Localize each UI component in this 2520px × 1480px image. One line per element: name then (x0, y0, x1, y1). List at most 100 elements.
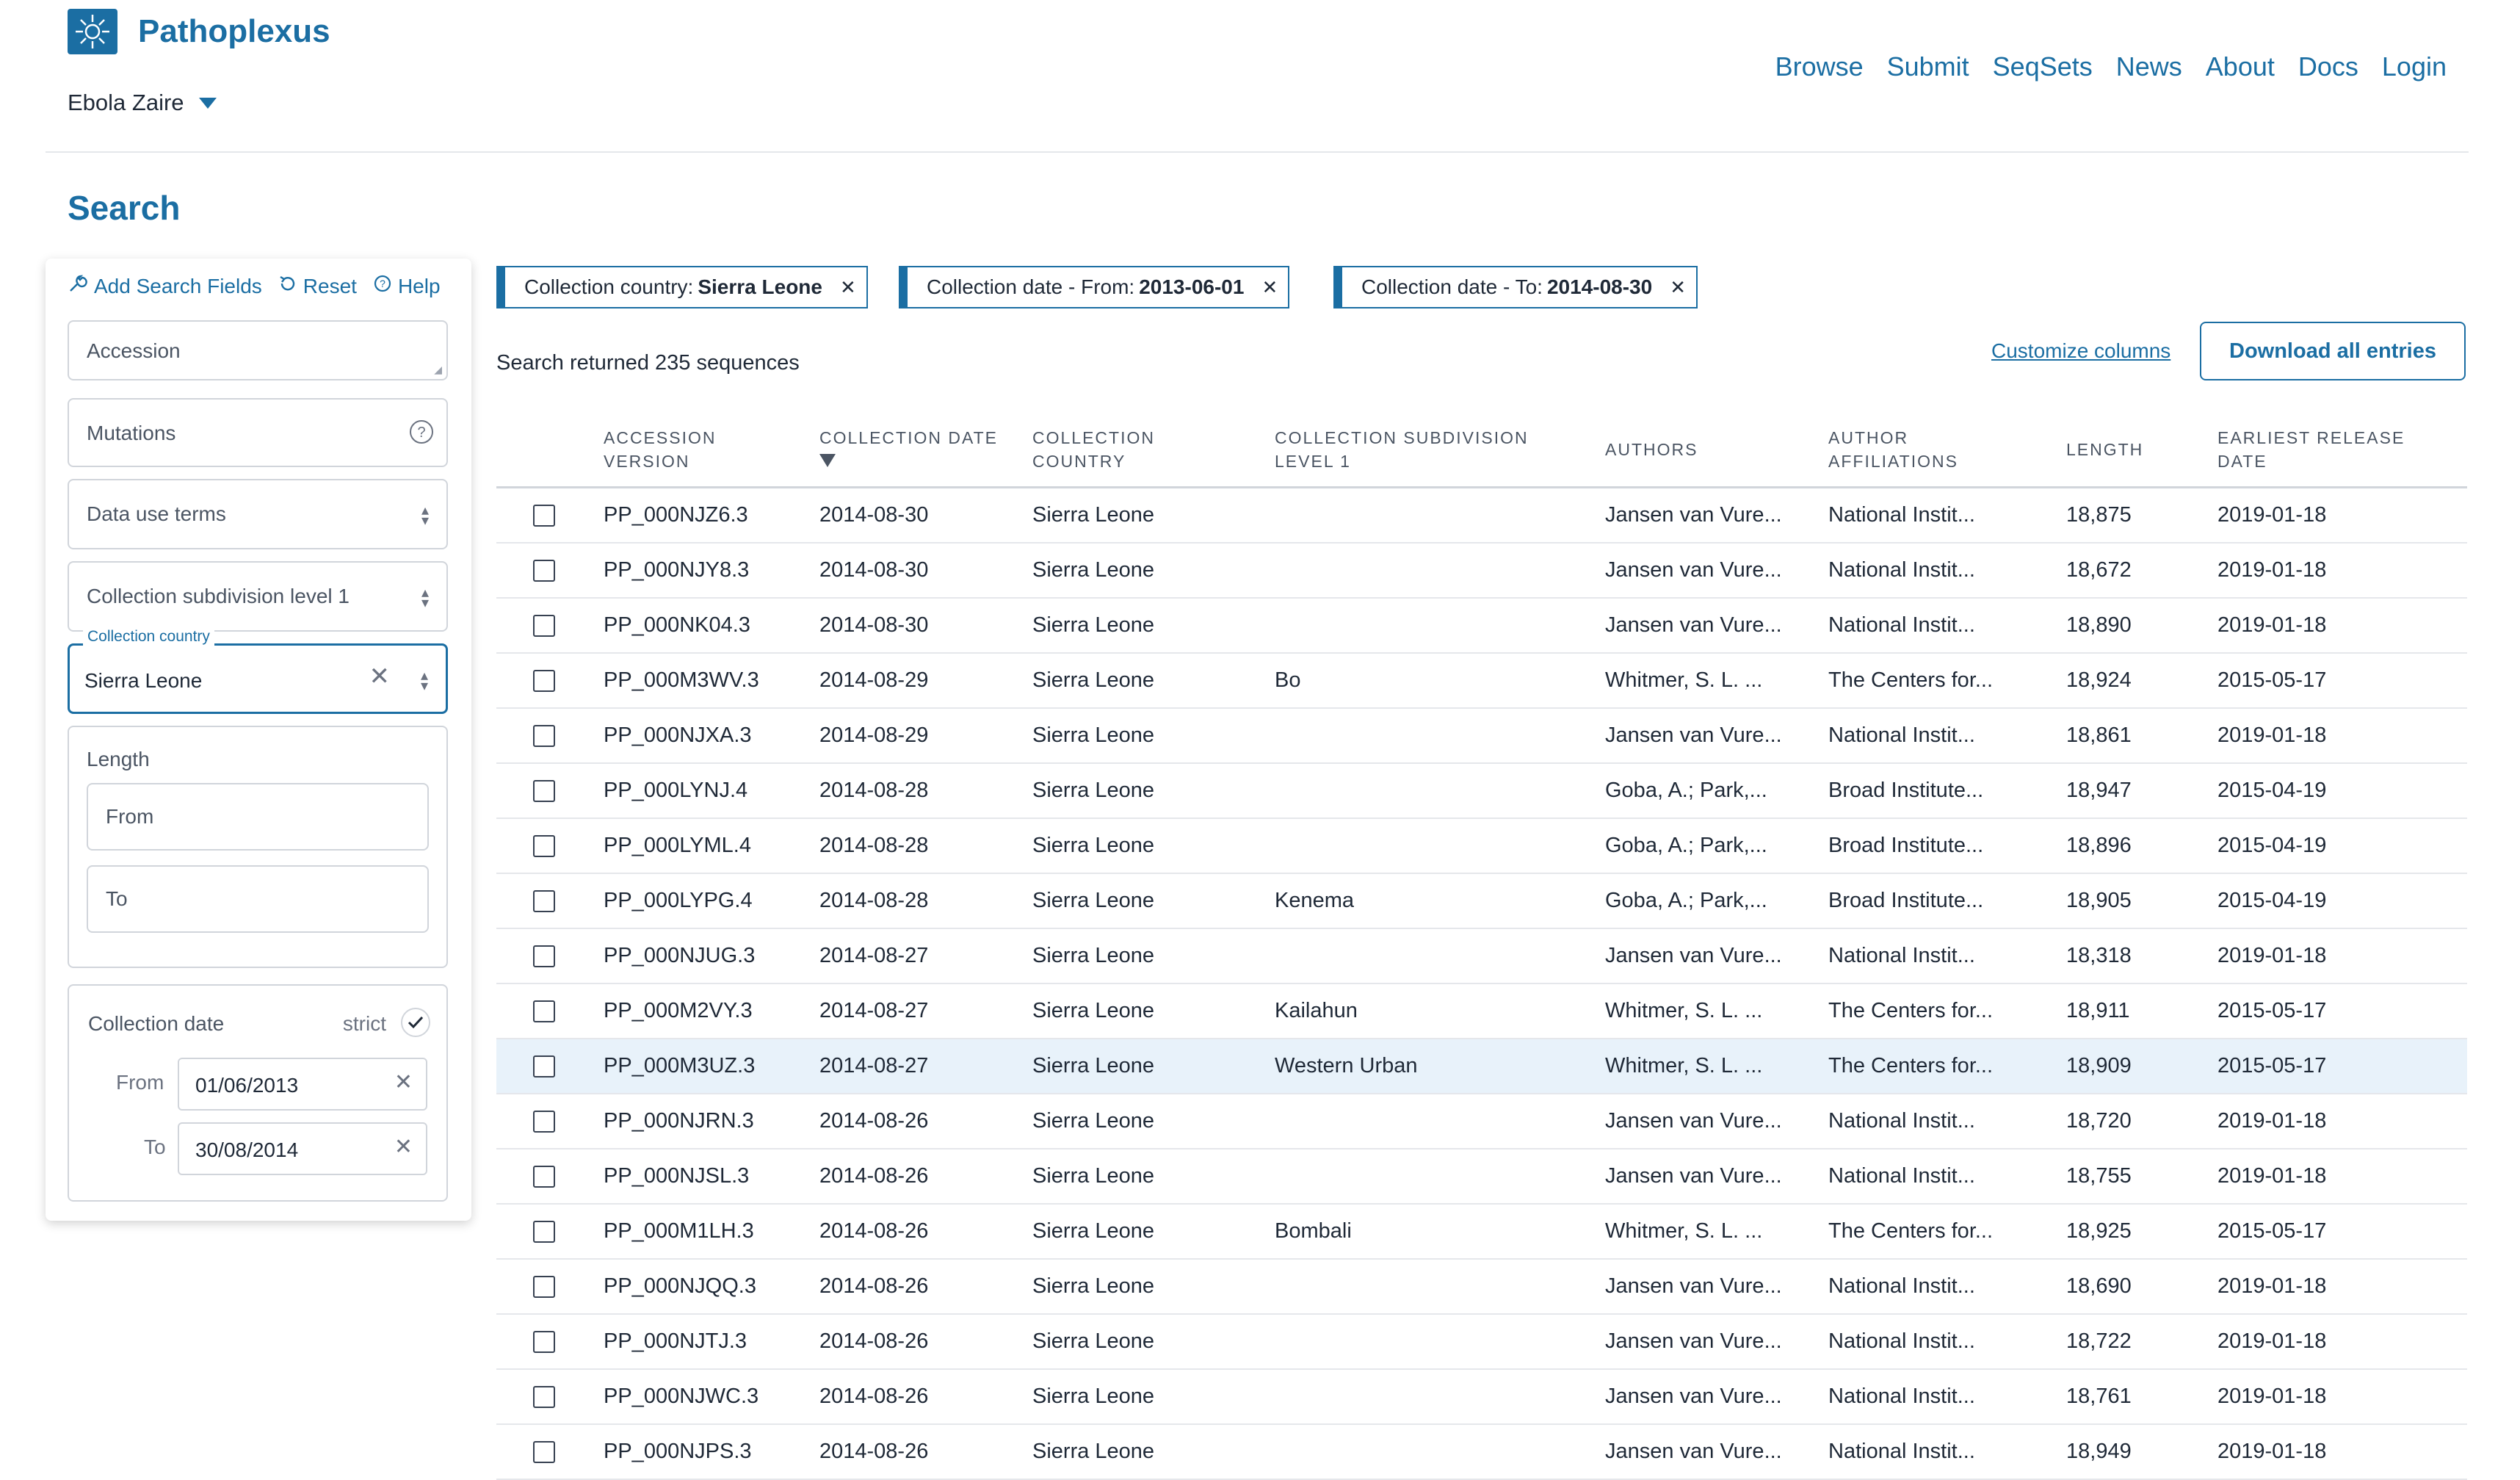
cell-affiliations: National Instit... (1828, 1109, 1975, 1133)
row-checkbox[interactable] (533, 835, 555, 857)
close-icon[interactable]: ✕ (1670, 276, 1686, 299)
column-header-accession[interactable]: ACCESSION VERSION (604, 426, 716, 473)
table-row[interactable]: PP_000NJSL.3 2014-08-26 Sierra Leone Jansen… (496, 1149, 2467, 1205)
table-row[interactable]: PP_000LYNJ.4 2014-08-28 Sierra Leone Goba, … (496, 764, 2467, 819)
row-checkbox[interactable] (533, 890, 555, 912)
date-from-input[interactable]: 01/06/2013 ✕ (178, 1058, 427, 1111)
length-to-input[interactable]: To (87, 865, 429, 933)
brand-name[interactable]: Pathoplexus (138, 13, 330, 50)
column-header-subdivision[interactable]: COLLECTION SUBDIVISION LEVEL 1 (1275, 426, 1529, 473)
cell-accession[interactable]: PP_000NJWC.3 (604, 1385, 758, 1409)
cell-accession[interactable]: PP_000NJQQ.3 (604, 1274, 756, 1299)
cell-accession[interactable]: PP_000M2VY.3 (604, 999, 753, 1023)
nav-seqsets[interactable]: SeqSets (1993, 51, 2093, 82)
organism-selector[interactable]: Ebola Zaire (68, 90, 217, 116)
download-all-button[interactable]: Download all entries (2200, 322, 2466, 380)
table-row[interactable]: PP_000NJPS.3 2014-08-26 Sierra Leone Jansen… (496, 1425, 2467, 1480)
table-row[interactable]: PP_000NJRN.3 2014-08-26 Sierra Leone Jansen… (496, 1094, 2467, 1149)
row-checkbox[interactable] (533, 1441, 555, 1463)
close-icon[interactable]: ✕ (840, 276, 856, 299)
cell-accession[interactable]: PP_000LYML.4 (604, 834, 751, 858)
row-checkbox[interactable] (533, 780, 555, 802)
cell-accession[interactable]: PP_000M3UZ.3 (604, 1054, 755, 1078)
nav-news[interactable]: News (2116, 51, 2182, 82)
row-checkbox[interactable] (533, 505, 555, 527)
table-row[interactable]: PP_000NJQQ.3 2014-08-26 Sierra Leone Jansen… (496, 1260, 2467, 1315)
mutations-field[interactable]: Mutations ? (68, 398, 448, 467)
row-checkbox[interactable] (533, 560, 555, 582)
table-row[interactable]: PP_000NJTJ.3 2014-08-26 Sierra Leone Jansen… (496, 1315, 2467, 1370)
row-checkbox[interactable] (533, 1166, 555, 1188)
cell-accession[interactable]: PP_000NJUG.3 (604, 944, 755, 968)
cell-accession[interactable]: PP_000NJPS.3 (604, 1440, 752, 1464)
date-to-input[interactable]: 30/08/2014 ✕ (178, 1122, 427, 1175)
cell-accession[interactable]: PP_000NJXA.3 (604, 723, 752, 748)
row-checkbox[interactable] (533, 670, 555, 692)
resize-handle-icon[interactable]: ◢ (434, 364, 442, 376)
clear-icon[interactable]: ✕ (394, 1134, 413, 1160)
question-icon[interactable]: ? (408, 419, 435, 450)
reset-button[interactable]: Reset (278, 274, 357, 298)
cell-accession[interactable]: PP_000NJTJ.3 (604, 1329, 747, 1354)
cell-accession[interactable]: PP_000LYPG.4 (604, 889, 753, 913)
nav-login[interactable]: Login (2382, 51, 2447, 82)
accession-field[interactable]: Accession ◢ (68, 320, 448, 380)
row-checkbox[interactable] (533, 945, 555, 967)
column-header-author-affiliations[interactable]: AUTHOR AFFILIATIONS (1828, 426, 1958, 473)
table-row[interactable]: PP_000NJXA.3 2014-08-29 Sierra Leone Jansen… (496, 709, 2467, 764)
row-checkbox[interactable] (533, 1221, 555, 1243)
column-header-authors[interactable]: AUTHORS (1605, 438, 1698, 461)
length-from-input[interactable]: From (87, 783, 429, 851)
row-checkbox[interactable] (533, 1331, 555, 1353)
row-checkbox[interactable] (533, 615, 555, 637)
column-header-earliest-release[interactable]: EARLIEST RELEASE DATE (2217, 426, 2405, 473)
cell-accession[interactable]: PP_000M1LH.3 (604, 1219, 754, 1243)
column-header-collection-country[interactable]: COLLECTION COUNTRY (1032, 426, 1155, 473)
table-row[interactable]: PP_000M1LH.3 2014-08-26 Sierra Leone Bombal… (496, 1205, 2467, 1260)
strict-checkbox[interactable] (401, 1008, 430, 1037)
table-row[interactable]: PP_000M3WV.3 2014-08-29 Sierra Leone Bo Whit… (496, 654, 2467, 709)
cell-release-date: 2015-05-17 (2217, 1219, 2327, 1243)
table-row[interactable]: PP_000NJWC.3 2014-08-26 Sierra Leone Jansen… (496, 1370, 2467, 1425)
cell-accession[interactable]: PP_000M3WV.3 (604, 668, 759, 693)
table-row[interactable]: PP_000LYML.4 2014-08-28 Sierra Leone Goba, … (496, 819, 2467, 874)
cell-accession[interactable]: PP_000NJSL.3 (604, 1164, 749, 1188)
cell-accession[interactable]: PP_000NK04.3 (604, 613, 750, 638)
column-header-length[interactable]: LENGTH (2066, 438, 2143, 461)
cell-accession[interactable]: PP_000NJZ6.3 (604, 503, 748, 527)
table-row[interactable]: PP_000M2VY.3 2014-08-27 Sierra Leone Kailah… (496, 984, 2467, 1039)
cell-accession[interactable]: PP_000NJY8.3 (604, 558, 749, 582)
row-checkbox[interactable] (533, 1000, 555, 1022)
updown-icon[interactable]: ▴ ▾ (421, 668, 428, 693)
table-row[interactable]: PP_000NJUG.3 2014-08-27 Sierra Leone Jansen… (496, 929, 2467, 984)
cell-accession[interactable]: PP_000LYNJ.4 (604, 779, 747, 803)
row-checkbox[interactable] (533, 1111, 555, 1133)
row-checkbox[interactable] (533, 1055, 555, 1077)
table-row[interactable]: PP_000NK04.3 2014-08-30 Sierra Leone Jansen… (496, 599, 2467, 654)
collection-country-combobox[interactable]: Collection country Sierra Leone ✕ ▴ ▾ (68, 628, 448, 714)
customize-columns-link[interactable]: Customize columns (1991, 339, 2170, 363)
table-row[interactable]: PP_000NJY8.3 2014-08-30 Sierra Leone Jansen… (496, 544, 2467, 599)
cell-release-date: 2015-05-17 (2217, 668, 2327, 692)
row-checkbox[interactable] (533, 1386, 555, 1408)
table-row[interactable]: PP_000LYPG.4 2014-08-28 Sierra Leone Kenema… (496, 874, 2467, 929)
cell-accession[interactable]: PP_000NJRN.3 (604, 1109, 754, 1133)
column-header-collection-date[interactable]: COLLECTION DATE (819, 426, 998, 467)
collection-subdivision-select[interactable]: Collection subdivision level 1 ▴ ▾ (68, 561, 448, 632)
cell-collection-date: 2014-08-28 (819, 889, 929, 912)
add-search-fields-button[interactable]: Add Search Fields (68, 273, 262, 299)
nav-about[interactable]: About (2206, 51, 2275, 82)
clear-icon[interactable]: ✕ (394, 1069, 413, 1095)
nav-submit[interactable]: Submit (1887, 51, 1969, 82)
table-row[interactable]: PP_000NJZ6.3 2014-08-30 Sierra Leone Jansen… (496, 488, 2467, 544)
nav-docs[interactable]: Docs (2298, 51, 2358, 82)
row-checkbox[interactable] (533, 725, 555, 747)
row-checkbox[interactable] (533, 1276, 555, 1298)
close-icon[interactable]: ✕ (1261, 276, 1278, 299)
data-use-terms-select[interactable]: Data use terms ▴ ▾ (68, 479, 448, 549)
help-button[interactable]: ? Help (373, 274, 441, 298)
pathoplexus-logo-icon[interactable] (68, 9, 117, 54)
clear-icon[interactable]: ✕ (369, 662, 391, 691)
table-row[interactable]: PP_000M3UZ.3 2014-08-27 Sierra Leone Wester… (496, 1039, 2467, 1094)
nav-browse[interactable]: Browse (1775, 51, 1864, 82)
